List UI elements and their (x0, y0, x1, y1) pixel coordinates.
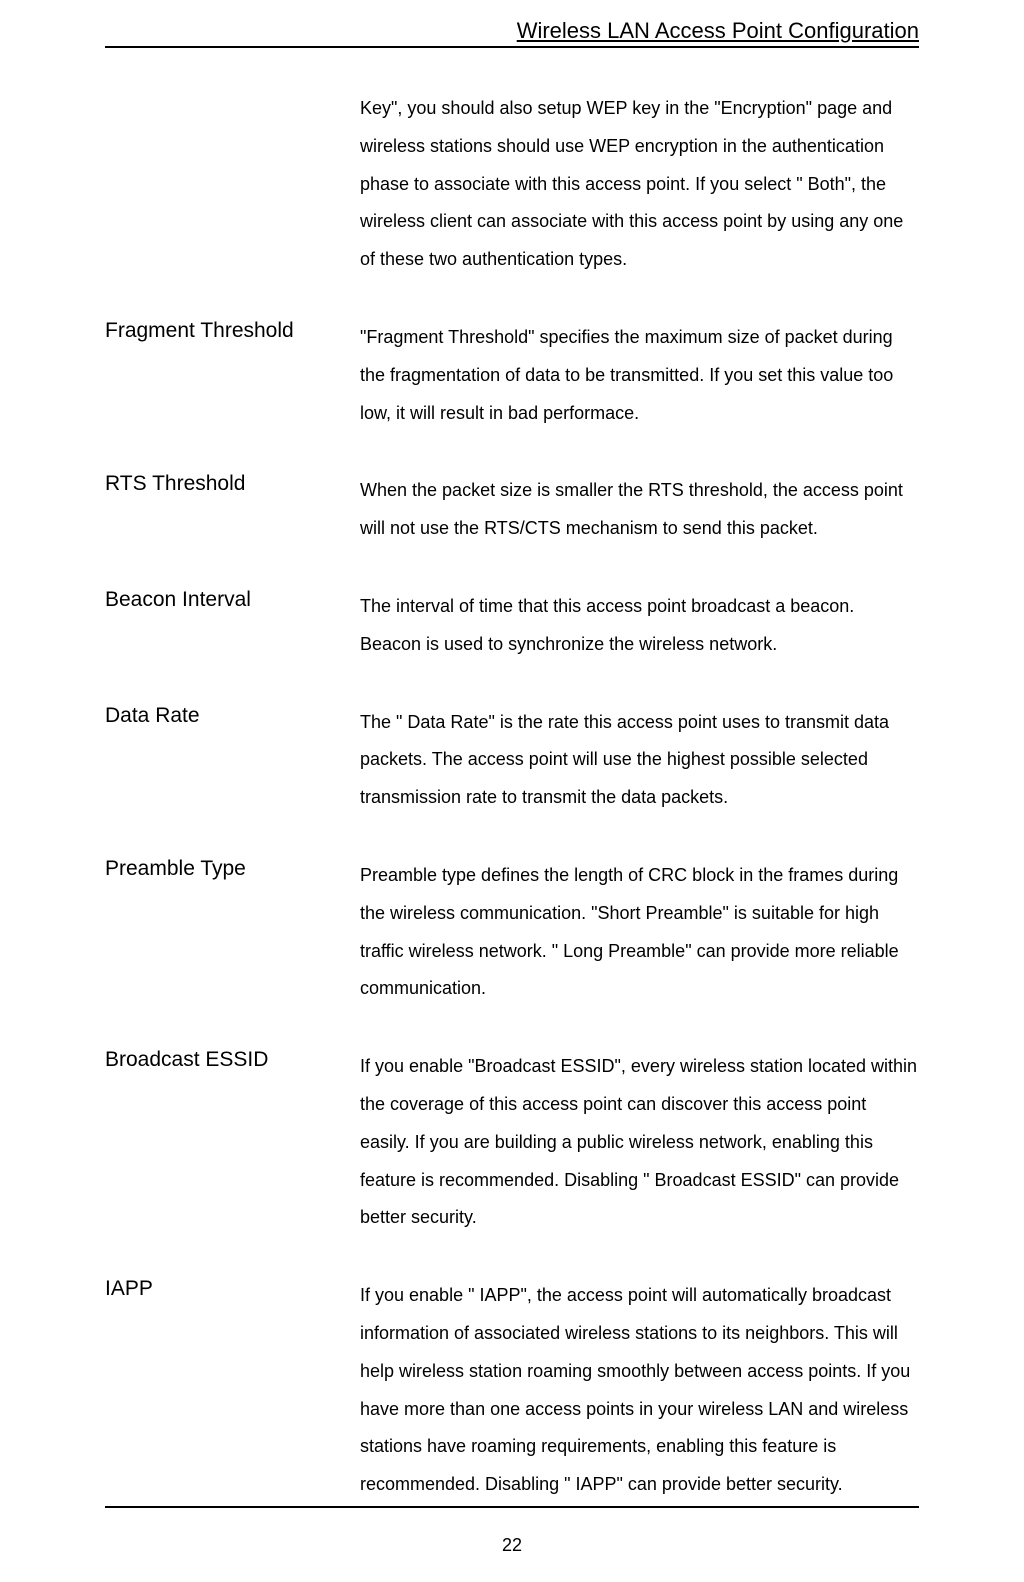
row-description: "Fragment Threshold" specifies the maxim… (360, 319, 919, 432)
row-description: When the packet size is smaller the RTS … (360, 472, 919, 548)
page-number: 22 (0, 1535, 1024, 1556)
row-label-preamble-type: Preamble Type (105, 857, 360, 1008)
footer-rule (105, 1506, 919, 1508)
row-description: If you enable "Broadcast ESSID", every w… (360, 1048, 919, 1237)
intro-section: Key", you should also setup WEP key in t… (360, 90, 919, 279)
definition-row: Data Rate The " Data Rate" is the rate t… (105, 704, 919, 817)
definition-row: Fragment Threshold "Fragment Threshold" … (105, 319, 919, 432)
row-description: The " Data Rate" is the rate this access… (360, 704, 919, 817)
row-description: If you enable " IAPP", the access point … (360, 1277, 919, 1504)
page-header: Wireless LAN Access Point Configuration (105, 18, 919, 48)
row-label-rts-threshold: RTS Threshold (105, 472, 360, 548)
definition-row: RTS Threshold When the packet size is sm… (105, 472, 919, 548)
definition-row: Preamble Type Preamble type defines the … (105, 857, 919, 1008)
definition-row: Beacon Interval The interval of time tha… (105, 588, 919, 664)
row-description: Preamble type defines the length of CRC … (360, 857, 919, 1008)
row-label-beacon-interval: Beacon Interval (105, 588, 360, 664)
row-description: The interval of time that this access po… (360, 588, 919, 664)
definition-row: IAPP If you enable " IAPP", the access p… (105, 1277, 919, 1504)
row-label-data-rate: Data Rate (105, 704, 360, 817)
row-label-broadcast-essid: Broadcast ESSID (105, 1048, 360, 1237)
row-label-iapp: IAPP (105, 1277, 360, 1504)
intro-text: Key", you should also setup WEP key in t… (360, 90, 919, 279)
definition-row: Broadcast ESSID If you enable "Broadcast… (105, 1048, 919, 1237)
row-label-fragment-threshold: Fragment Threshold (105, 319, 360, 432)
